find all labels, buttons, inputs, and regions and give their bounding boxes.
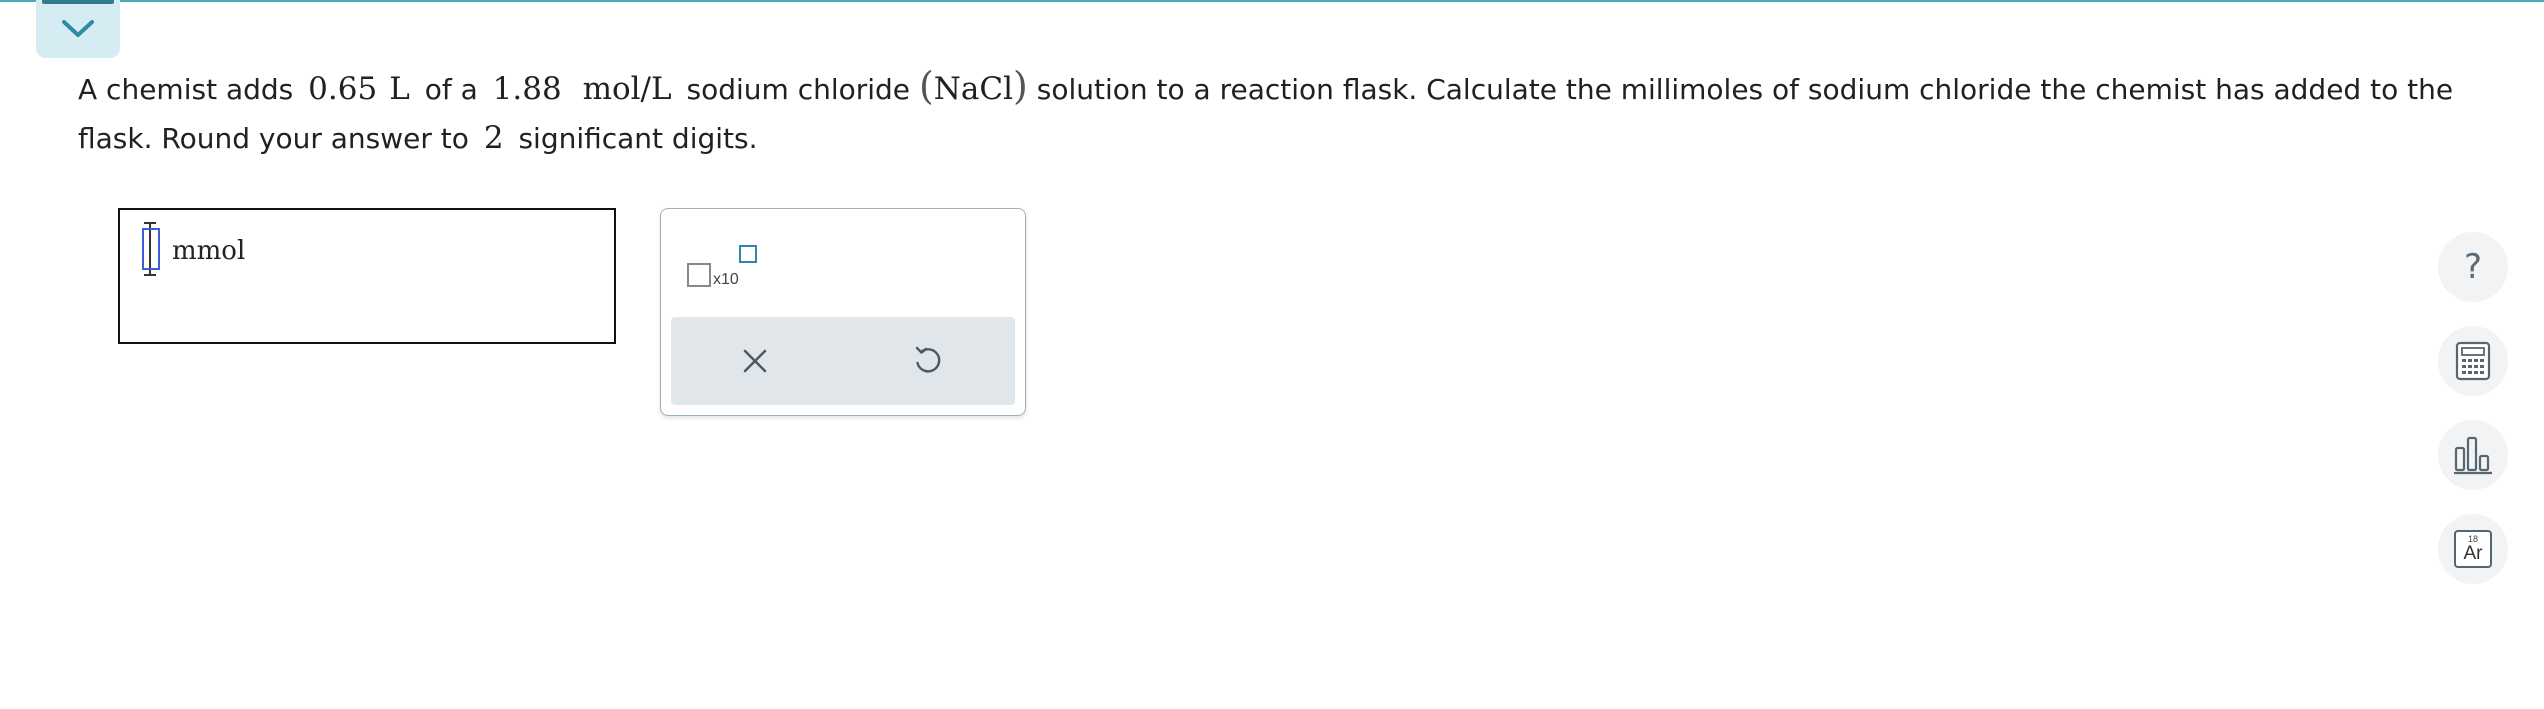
- help-button[interactable]: ?: [2438, 232, 2508, 302]
- data-chart-button[interactable]: [2438, 420, 2508, 490]
- input-placeholder-box[interactable]: [142, 228, 160, 270]
- volume-unit: L: [389, 71, 410, 107]
- top-border: [0, 0, 2544, 2]
- clear-button[interactable]: [733, 339, 777, 383]
- volume-value: 0.65: [308, 71, 378, 107]
- question-text-part: A chemist adds: [78, 73, 294, 106]
- math-palette: x10: [660, 208, 1026, 416]
- undo-icon: [915, 346, 941, 373]
- periodic-table-button[interactable]: 18 Ar: [2438, 514, 2508, 584]
- question-text-part: of a: [424, 73, 478, 106]
- calculator-icon: [2455, 341, 2491, 381]
- collapse-toggle[interactable]: [36, 0, 120, 58]
- calculator-button[interactable]: [2438, 326, 2508, 396]
- answer-unit: mmol: [172, 236, 246, 266]
- question-text: A chemist adds 0.65 L of a 1.88 mol/L sod…: [78, 64, 2454, 156]
- sig-figs-value: 2: [483, 120, 504, 156]
- chemical-formula: NaCl: [933, 71, 1014, 107]
- question-text-part: sodium chloride: [686, 73, 911, 106]
- element-symbol: Ar: [2463, 543, 2483, 564]
- periodic-table-icon: 18 Ar: [2454, 530, 2492, 568]
- undo-button[interactable]: [905, 339, 949, 383]
- answer-input[interactable]: mmol: [118, 208, 616, 344]
- question-text-part: significant digits.: [518, 122, 758, 155]
- times-ten-label: x10: [713, 271, 739, 288]
- base-box-icon: [687, 263, 711, 287]
- chevron-down-icon: [62, 20, 94, 37]
- bar-chart-icon: [2454, 436, 2492, 475]
- concentration-unit: mol/L: [582, 71, 672, 107]
- concentration-value: 1.88: [492, 71, 562, 107]
- exponent-box-icon: [739, 245, 757, 263]
- scientific-notation-button[interactable]: x10: [687, 245, 763, 295]
- palette-action-bar: [671, 317, 1015, 405]
- close-icon: [743, 349, 767, 373]
- help-icon: ?: [2463, 247, 2483, 287]
